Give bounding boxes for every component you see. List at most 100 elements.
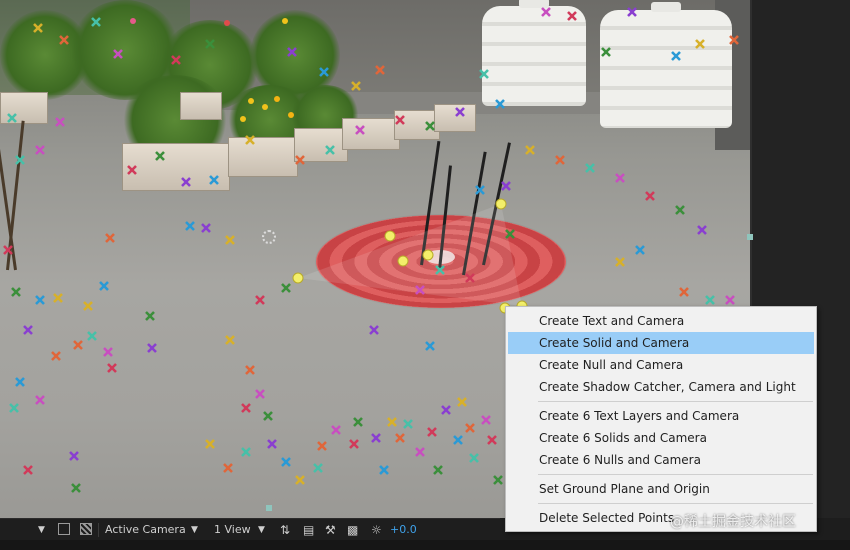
track-point[interactable] — [71, 483, 81, 493]
track-point[interactable] — [201, 223, 211, 233]
track-point[interactable] — [295, 475, 305, 485]
exposure-reset-icon[interactable]: ☼ — [371, 522, 382, 538]
camera-target-icon[interactable] — [262, 230, 276, 244]
track-point[interactable] — [103, 347, 113, 357]
layer-handle-right[interactable] — [747, 234, 753, 240]
track-point[interactable] — [541, 7, 551, 17]
track-point[interactable] — [505, 229, 515, 239]
track-point[interactable] — [475, 185, 485, 195]
track-point[interactable] — [127, 165, 137, 175]
track-point[interactable] — [263, 411, 273, 421]
track-point[interactable] — [255, 389, 265, 399]
track-point[interactable] — [415, 447, 425, 457]
track-point[interactable] — [615, 173, 625, 183]
track-point[interactable] — [155, 151, 165, 161]
track-point[interactable] — [105, 233, 115, 243]
track-point[interactable] — [35, 395, 45, 405]
track-point[interactable] — [635, 245, 645, 255]
track-point[interactable] — [351, 81, 361, 91]
fast-preview-icon[interactable]: ▩ — [347, 522, 358, 538]
track-point[interactable] — [349, 439, 359, 449]
dropdown-arrow-icon[interactable]: ▼ — [191, 522, 198, 538]
track-point[interactable] — [287, 47, 297, 57]
track-point[interactable] — [255, 295, 265, 305]
camera-view-dropdown[interactable]: Active Camera — [105, 522, 186, 538]
track-point[interactable] — [205, 439, 215, 449]
track-point[interactable] — [281, 283, 291, 293]
track-point[interactable] — [725, 295, 735, 305]
track-point[interactable] — [11, 287, 21, 297]
track-point[interactable] — [469, 453, 479, 463]
track-point[interactable] — [627, 7, 637, 17]
track-point[interactable] — [55, 117, 65, 127]
track-point[interactable] — [99, 281, 109, 291]
track-point[interactable] — [729, 35, 739, 45]
menu-item-create-text-and-camera[interactable]: Create Text and Camera — [508, 310, 814, 332]
track-point[interactable] — [147, 343, 157, 353]
selected-track-point[interactable] — [384, 230, 396, 242]
track-point[interactable] — [395, 433, 405, 443]
track-point[interactable] — [281, 457, 291, 467]
track-point[interactable] — [355, 125, 365, 135]
track-point[interactable] — [425, 121, 435, 131]
track-point[interactable] — [671, 51, 681, 61]
track-point[interactable] — [615, 257, 625, 267]
region-of-interest-icon[interactable] — [58, 523, 70, 535]
track-point[interactable] — [223, 463, 233, 473]
track-point[interactable] — [83, 301, 93, 311]
selected-track-point[interactable] — [397, 255, 409, 267]
track-point[interactable] — [87, 331, 97, 341]
track-point[interactable] — [585, 163, 595, 173]
track-point[interactable] — [331, 425, 341, 435]
track-point[interactable] — [145, 311, 155, 321]
track-point[interactable] — [91, 17, 101, 27]
exposure-value[interactable]: +0.0 — [390, 522, 417, 538]
track-point[interactable] — [697, 225, 707, 235]
track-point[interactable] — [645, 191, 655, 201]
track-point[interactable] — [441, 405, 451, 415]
track-point[interactable] — [501, 181, 511, 191]
track-point[interactable] — [675, 205, 685, 215]
track-point[interactable] — [567, 11, 577, 21]
track-point[interactable] — [353, 417, 363, 427]
track-point[interactable] — [319, 67, 329, 77]
track-point[interactable] — [379, 465, 389, 475]
track-point[interactable] — [245, 365, 255, 375]
track-point[interactable] — [295, 155, 305, 165]
channel-icon[interactable]: ⚒ — [325, 522, 336, 538]
dropdown-arrow-icon[interactable]: ▼ — [38, 522, 45, 538]
selected-track-point[interactable] — [495, 198, 507, 210]
track-point[interactable] — [209, 175, 219, 185]
track-point[interactable] — [23, 465, 33, 475]
menu-item-create-solid-and-camera[interactable]: Create Solid and Camera — [508, 332, 814, 354]
track-point[interactable] — [427, 427, 437, 437]
menu-item-set-ground-plane[interactable]: Set Ground Plane and Origin — [508, 478, 814, 500]
track-point[interactable] — [455, 107, 465, 117]
track-point[interactable] — [171, 55, 181, 65]
track-point[interactable] — [3, 245, 13, 255]
track-point[interactable] — [107, 363, 117, 373]
menu-item-create-6-text-layers[interactable]: Create 6 Text Layers and Camera — [508, 405, 814, 427]
track-point[interactable] — [181, 177, 191, 187]
track-point[interactable] — [325, 145, 335, 155]
3d-draft-icon[interactable]: ⇅ — [280, 522, 290, 538]
track-point[interactable] — [433, 465, 443, 475]
track-point[interactable] — [695, 39, 705, 49]
menu-item-create-null-and-camera[interactable]: Create Null and Camera — [508, 354, 814, 376]
track-point[interactable] — [395, 115, 405, 125]
track-point[interactable] — [465, 423, 475, 433]
track-point[interactable] — [23, 325, 33, 335]
track-point[interactable] — [371, 433, 381, 443]
track-point[interactable] — [375, 65, 385, 75]
track-point[interactable] — [387, 417, 397, 427]
track-point[interactable] — [7, 113, 17, 123]
transparency-grid-icon[interactable] — [80, 523, 92, 535]
track-point[interactable] — [113, 49, 123, 59]
track-point[interactable] — [59, 35, 69, 45]
track-point[interactable] — [241, 403, 251, 413]
track-point[interactable] — [457, 397, 467, 407]
track-point[interactable] — [495, 99, 505, 109]
track-point[interactable] — [267, 439, 277, 449]
track-point[interactable] — [487, 435, 497, 445]
track-point[interactable] — [481, 415, 491, 425]
